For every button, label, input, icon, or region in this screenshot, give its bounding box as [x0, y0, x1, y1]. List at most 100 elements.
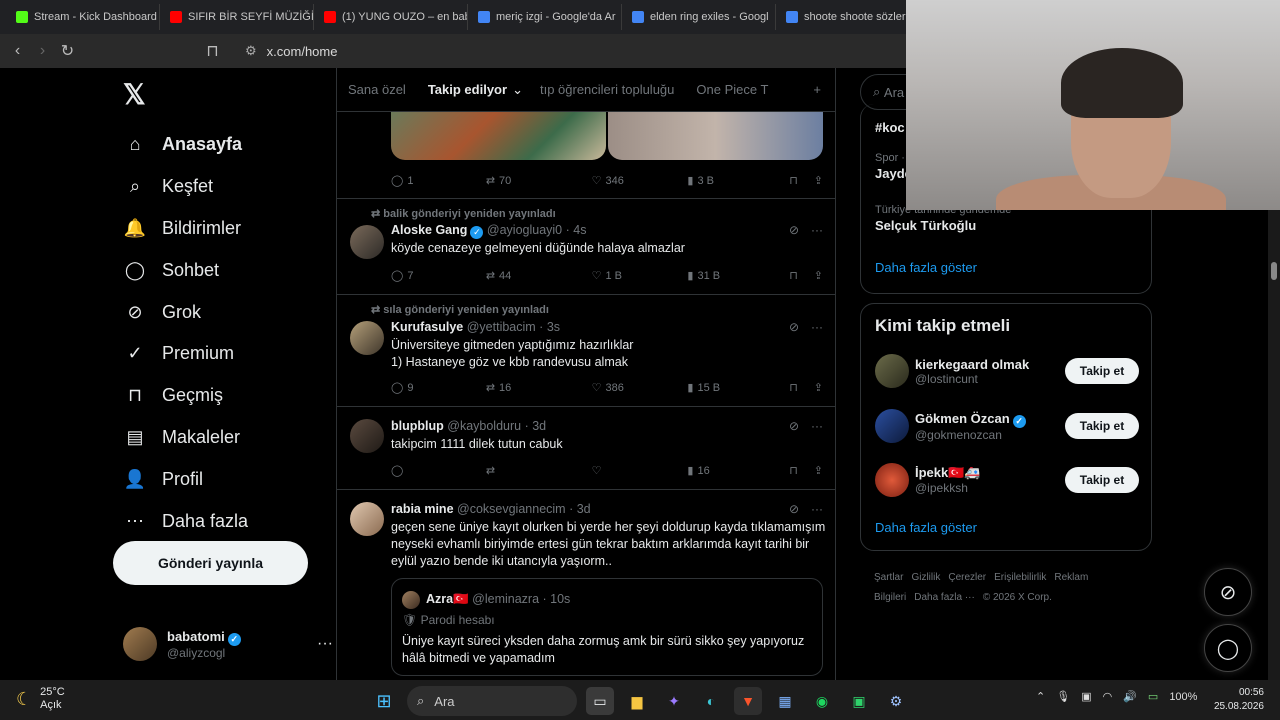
post-button[interactable]: Gönderi yayınla	[113, 541, 308, 585]
copilot-icon[interactable]: ✦	[660, 687, 688, 715]
x-logo-icon[interactable]: 𝕏	[123, 78, 146, 111]
like-button[interactable]: ♡	[592, 464, 688, 477]
show-more-link[interactable]: Daha fazla göster	[875, 520, 977, 535]
sidebar-item-grok[interactable]: ⊘ Grok	[123, 291, 248, 333]
timeline-tab[interactable]: Sana özel	[337, 82, 417, 97]
follow-suggestion[interactable]: kierkegaard olmak @lostincunt Takip et	[875, 351, 1139, 391]
repost-button[interactable]: ⇄ 16	[486, 381, 592, 395]
brave-icon[interactable]: ▼	[734, 687, 762, 715]
tweet[interactable]: rabia mine @coksevgiannecim · 3d ⊘ ··· ge…	[337, 490, 835, 680]
tweet[interactable]: blupblup @kaybolduru · 3d ⊘ ··· takipcim …	[337, 407, 835, 490]
tweet-time[interactable]: 3d	[577, 502, 591, 516]
volume-icon[interactable]: 🔊	[1123, 690, 1137, 703]
scrollbar-thumb[interactable]	[1271, 262, 1277, 280]
share-icon[interactable]: ⇪	[814, 464, 823, 477]
author-name[interactable]: rabia mine	[391, 502, 454, 516]
views-button[interactable]: ▮ 3 B	[687, 174, 789, 188]
footer-link[interactable]: Şartlar	[874, 572, 903, 583]
author-handle[interactable]: @ayiogluayi0	[487, 223, 562, 237]
weather-widget[interactable]: ☾ 25°C Açık	[16, 686, 65, 712]
steam-icon[interactable]: ⚙	[882, 687, 910, 715]
file-explorer-icon[interactable]: ▆	[623, 687, 651, 715]
share-icon[interactable]: ⇪	[814, 381, 823, 394]
grok-icon[interactable]: ⊘	[789, 502, 799, 516]
tweet-time[interactable]: 4s	[573, 223, 586, 237]
avatar[interactable]	[350, 419, 384, 453]
footer-link[interactable]: Gizlilik	[911, 572, 940, 583]
footer-link[interactable]: Daha fazla ···	[914, 592, 975, 603]
follow-button[interactable]: Takip et	[1065, 413, 1139, 439]
like-button[interactable]: ♡ 386	[592, 381, 688, 395]
battery-icon[interactable]: ▭	[1148, 690, 1158, 703]
sidebar-item-daha-fazla[interactable]: ⋯ Daha fazla	[123, 500, 248, 542]
tweet-time[interactable]: 3d	[532, 419, 546, 433]
sidebar-item-keşfet[interactable]: ⌕ Keşfet	[123, 166, 248, 208]
trend-item[interactable]: #koc	[875, 118, 905, 135]
repost-button[interactable]: ⇄ 70	[486, 174, 592, 188]
footer-link[interactable]: Çerezler	[948, 572, 986, 583]
sidebar-item-bildirimler[interactable]: 🔔 Bildirimler	[123, 208, 248, 250]
tweet[interactable]: ⇄ balik gönderiyi yeniden yayınladı Alos…	[337, 199, 835, 295]
store-icon[interactable]: ▦	[771, 687, 799, 715]
views-button[interactable]: ▮ 15 B	[687, 381, 789, 395]
reply-button[interactable]: ◯ 1	[391, 174, 486, 188]
chevron-down-icon[interactable]: ⌄	[512, 82, 523, 98]
browser-tab[interactable]: (1) YUNG OUZO – en bab	[314, 4, 468, 30]
tray-app-icon[interactable]: ▣	[1081, 690, 1091, 703]
like-button[interactable]: ♡ 1 B	[592, 269, 688, 283]
repost-button[interactable]: ⇄ 44	[486, 269, 592, 283]
sidebar-item-makaleler[interactable]: ▤ Makaleler	[123, 417, 248, 459]
sidebar-item-profil[interactable]: 👤 Profil	[123, 458, 248, 500]
more-icon[interactable]: ···	[811, 502, 823, 516]
add-tab-icon[interactable]: +	[802, 82, 835, 97]
reply-button[interactable]: ◯	[391, 464, 486, 477]
scrollbar[interactable]	[1268, 210, 1280, 680]
bookmark-icon[interactable]: ⊓	[789, 269, 798, 282]
avatar[interactable]	[350, 502, 384, 536]
edge-icon[interactable]: ◐	[697, 687, 725, 715]
footer-link[interactable]: Erişilebilirlik	[994, 572, 1046, 583]
repost-button[interactable]: ⇄	[486, 464, 592, 477]
like-button[interactable]: ♡ 346	[592, 174, 688, 188]
follow-button[interactable]: Takip et	[1065, 467, 1139, 493]
account-switcher[interactable]: babatomi ✓ @aliyzcogl ···	[123, 624, 333, 664]
url-field[interactable]: ⚙ x.com/home	[245, 43, 337, 59]
author-name[interactable]: Kurufasulye	[391, 320, 463, 334]
forward-icon[interactable]: ›	[30, 42, 55, 60]
bookmark-icon[interactable]: ⊓	[789, 174, 798, 187]
reply-button[interactable]: ◯ 7	[391, 269, 486, 283]
xbox-icon[interactable]: ▣	[845, 687, 873, 715]
site-info-icon[interactable]: ⚙	[245, 43, 257, 59]
browser-tab[interactable]: elden ring exiles - Googl	[622, 4, 776, 30]
task-view-icon[interactable]: ▭	[586, 687, 614, 715]
wifi-icon[interactable]: ◠	[1103, 690, 1113, 703]
show-more-link[interactable]: Daha fazla göster	[875, 260, 977, 275]
share-icon[interactable]: ⇪	[814, 174, 823, 187]
follow-suggestion[interactable]: İpekk🇹🇷🚑 @ipekksh Takip et	[875, 460, 1139, 500]
browser-tab[interactable]: meriç izgi - Google'da Ar	[468, 4, 622, 30]
clock[interactable]: 00:56 25.08.2026	[1208, 686, 1264, 714]
bookmark-icon[interactable]: ⊓	[789, 381, 798, 394]
avatar[interactable]	[350, 321, 384, 355]
bookmark-icon[interactable]: ⊓	[200, 41, 225, 61]
views-button[interactable]: ▮ 16	[687, 464, 789, 478]
views-button[interactable]: ▮ 31 B	[687, 269, 789, 283]
grok-fab-icon[interactable]: ⊘	[1204, 568, 1252, 616]
avatar[interactable]	[350, 225, 384, 259]
more-icon[interactable]: ···	[811, 320, 823, 334]
microphone-icon[interactable]: 🎙	[1056, 690, 1070, 703]
footer-link[interactable]: © 2026 X Corp.	[983, 592, 1052, 603]
timeline-tab[interactable]: One Piece T	[685, 82, 779, 97]
share-icon[interactable]: ⇪	[814, 269, 823, 282]
browser-tab[interactable]: Stream - Kick Dashboard	[6, 4, 160, 30]
reload-icon[interactable]: ↻	[55, 41, 80, 61]
grok-icon[interactable]: ⊘	[789, 223, 799, 237]
reply-button[interactable]: ◯ 9	[391, 381, 486, 395]
messages-fab-icon[interactable]: ◯	[1204, 624, 1252, 672]
bookmark-icon[interactable]: ⊓	[789, 464, 798, 477]
tweet-media[interactable]	[391, 112, 823, 160]
tweet-time[interactable]: 3s	[547, 320, 560, 334]
follow-suggestion[interactable]: Gökmen Özcan ✓ @gokmenozcan Takip et	[875, 406, 1139, 446]
more-icon[interactable]: ···	[317, 635, 333, 653]
spotify-icon[interactable]: ◉	[808, 687, 836, 715]
